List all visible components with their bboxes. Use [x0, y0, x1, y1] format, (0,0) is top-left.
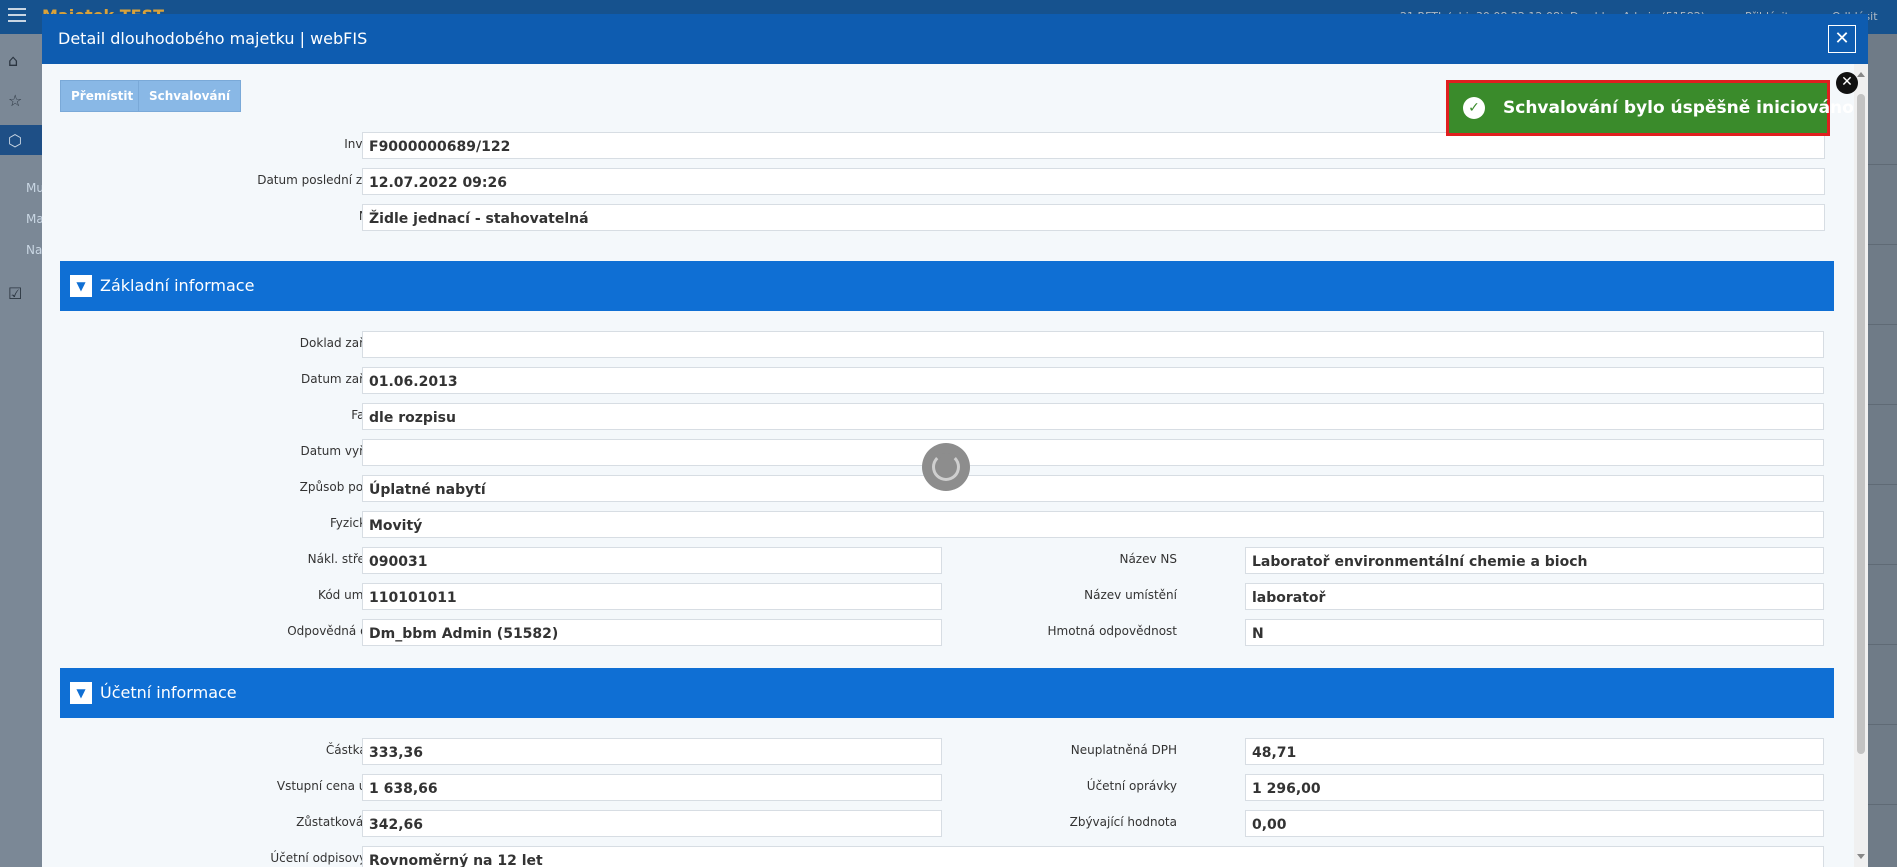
hmotna-label: Hmotná odpovědnost — [1047, 624, 1177, 638]
zbyvajici-field[interactable]: 0,00 — [1245, 810, 1824, 837]
background-right-panel — [1868, 34, 1897, 867]
modal-title: Detail dlouhodobého majetku | webFIS — [58, 29, 368, 48]
zpusob-label: Způsob pořízení — [299, 480, 396, 494]
datum-zmeny-field[interactable]: 12.07.2022 09:26 — [362, 168, 1825, 195]
sidebar-item-1[interactable]: ☆ — [0, 85, 42, 115]
move-button[interactable]: Přemístit — [60, 80, 145, 112]
collapse-toggle-icon[interactable]: ▼ — [70, 275, 92, 297]
toast-message: Schvalování bylo úspěšně iniciováno — [1503, 98, 1854, 118]
section-zakladni-header[interactable]: ▼ Základní informace — [60, 261, 1834, 311]
scroll-up-icon[interactable] — [1857, 72, 1865, 77]
toast-close-button[interactable]: ✕ — [1836, 72, 1858, 94]
sidebar-item-3[interactable]: ☑ — [0, 278, 42, 308]
section-zakladni-title: Základní informace — [100, 276, 255, 295]
scroll-down-icon[interactable] — [1857, 854, 1865, 859]
kod-umisteni-field[interactable]: 110101011 — [362, 583, 942, 610]
neuplat-field[interactable]: 48,71 — [1245, 738, 1824, 765]
osoba-label: Odpovědná osoba — [287, 624, 396, 638]
inv-cislo-label: Inv. číslo — [344, 137, 396, 151]
neuplat-label: Neuplatněná DPH — [1070, 743, 1177, 757]
datum-zmeny-label: Datum poslední změny — [257, 173, 396, 187]
section-ucetni-header[interactable]: ▼ Účetní informace — [60, 668, 1834, 718]
app-sidebar: ⌂ ☆ ⬡ Mu Ma Na ☑ — [0, 34, 44, 867]
close-icon: ✕ — [1834, 28, 1850, 49]
check-circle-icon: ✓ — [1463, 97, 1485, 119]
zpusob-field[interactable]: Úplatné nabytí — [362, 475, 1824, 502]
asset-detail-modal: Detail dlouhodobého majetku | webFIS ✕ P… — [42, 14, 1868, 867]
inv-cislo-field[interactable]: F9000000689/122 — [362, 132, 1825, 159]
star-icon: ☆ — [8, 91, 23, 110]
vstupni-label: Vstupní cena účetní — [276, 779, 396, 793]
nazev-umisteni-field[interactable]: laboratoř — [1245, 583, 1824, 610]
close-icon: ✕ — [1841, 74, 1853, 90]
faktura-field[interactable]: dle rozpisu — [362, 403, 1824, 430]
nazev-ns-label: Název NS — [1119, 552, 1177, 566]
dph-field[interactable]: 333,36 — [362, 738, 942, 765]
modal-scrollbar[interactable] — [1854, 64, 1868, 867]
zustatkova-field[interactable]: 342,66 — [362, 810, 942, 837]
sidebar-item-0[interactable]: ⌂ — [0, 45, 42, 75]
nakl-label: Nákl. středisko — [307, 552, 396, 566]
opravky-label: Účetní oprávky — [1086, 779, 1177, 793]
nazev-ns-field[interactable]: Laboratoř environmentální chemie a bioch — [1245, 547, 1824, 574]
sidebar-subitem-2[interactable]: Na — [26, 243, 42, 257]
nazev-label: Název — [142, 209, 396, 223]
success-toast: ✓ Schvalování bylo úspěšně iniciováno — [1446, 80, 1854, 136]
faktura-label: Faktura — [142, 408, 396, 422]
home-icon: ⌂ — [8, 51, 19, 70]
nakl-field[interactable]: 090031 — [362, 547, 942, 574]
kod-umisteni-label: Kód umístění — [318, 588, 396, 602]
sidebar-item-2[interactable]: ⬡ — [0, 125, 42, 155]
datum-vyrazeni-label: Datum vyřazení — [300, 444, 396, 458]
datum-zarazeni-field[interactable]: 01.06.2013 — [362, 367, 1824, 394]
scrollbar-thumb[interactable] — [1857, 94, 1865, 754]
box-icon: ⬡ — [8, 131, 22, 150]
checkbox-icon: ☑ — [8, 284, 23, 303]
datum-zarazeni-label: Datum zařazení — [301, 372, 396, 386]
plan-field[interactable]: Rovnoměrný na 12 let — [362, 846, 1824, 867]
section-ucetni-title: Účetní informace — [100, 683, 237, 702]
fyzicky-field[interactable]: Movitý — [362, 511, 1824, 538]
loading-spinner-icon — [922, 443, 970, 491]
nazev-umisteni-label: Název umístění — [1084, 588, 1177, 602]
doklad-label: Doklad zařazení — [299, 336, 396, 350]
hmotna-field[interactable]: N — [1245, 619, 1824, 646]
zbyvajici-label: Zbývající hodnota — [1069, 815, 1177, 829]
zustatkova-label: Zůstatková cena — [296, 815, 396, 829]
approval-button[interactable]: Schvalování — [138, 80, 242, 112]
datum-vyrazeni-field[interactable] — [362, 439, 1824, 466]
modal-header: Detail dlouhodobého majetku | webFIS ✕ — [42, 14, 1868, 64]
hamburger-icon[interactable] — [8, 8, 26, 24]
dph-label: Částka DPH — [325, 743, 396, 757]
opravky-field[interactable]: 1 296,00 — [1245, 774, 1824, 801]
fyzicky-label: Fyzický typ — [330, 516, 396, 530]
doklad-field[interactable] — [362, 331, 1824, 358]
osoba-field[interactable]: Dm_bbm Admin (51582) — [362, 619, 942, 646]
vstupni-field[interactable]: 1 638,66 — [362, 774, 942, 801]
modal-close-button[interactable]: ✕ — [1828, 25, 1856, 53]
collapse-toggle-icon[interactable]: ▼ — [70, 682, 92, 704]
nazev-field[interactable]: Židle jednací - stahovatelná — [362, 204, 1825, 231]
plan-label: Účetní odpisový plán — [270, 851, 396, 865]
